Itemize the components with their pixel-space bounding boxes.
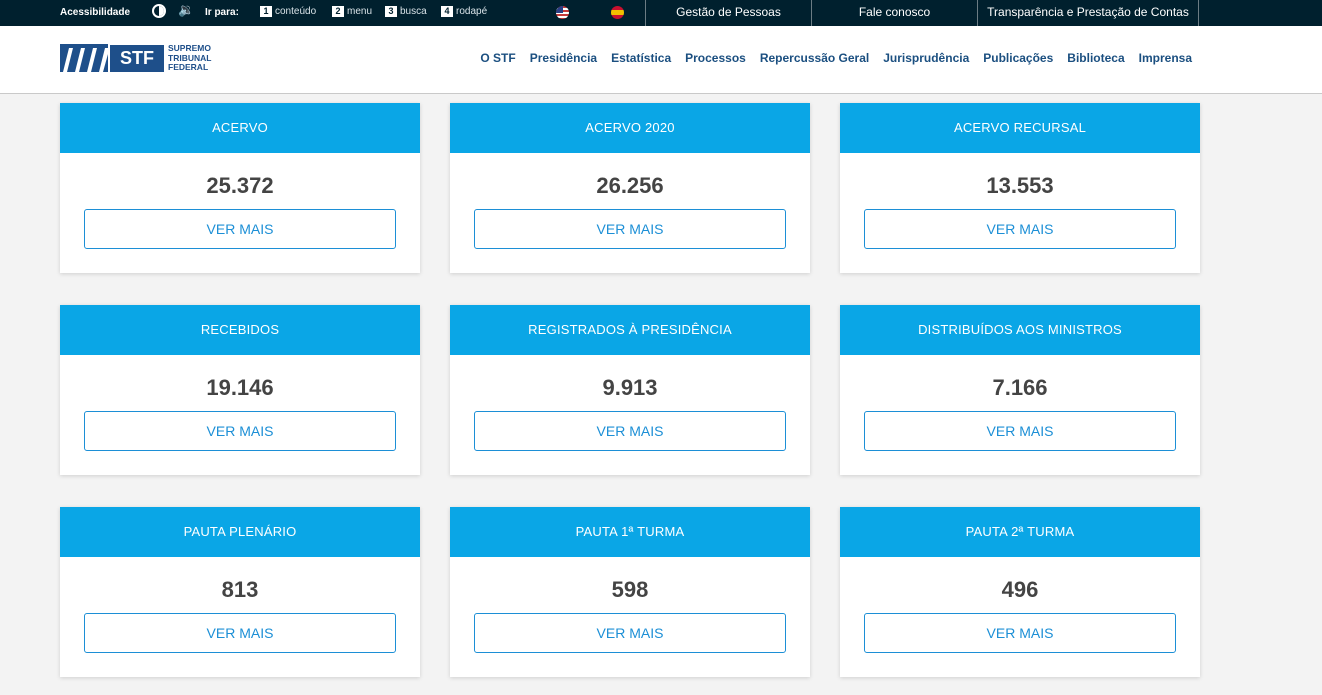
card-value: 813 <box>221 577 259 602</box>
card-title: ACERVO RECURSAL <box>840 103 1200 153</box>
ver-mais-button[interactable]: VER MAIS <box>474 209 786 249</box>
skip-link-search[interactable]: 3 busca <box>385 6 427 17</box>
logo-name: SUPREMO TRIBUNAL FEDERAL <box>168 43 212 72</box>
card-value: 9.913 <box>602 375 658 400</box>
nav-item-repercussao-geral[interactable]: Repercussão Geral <box>760 51 869 65</box>
card-title: PAUTA 1ª TURMA <box>450 507 810 557</box>
stat-card: ACERVO RECURSAL 13.553 VER MAIS <box>840 103 1200 273</box>
card-title: RECEBIDOS <box>60 305 420 355</box>
link-gestao-pessoas[interactable]: Gestão de Pessoas <box>645 0 811 26</box>
card-value: 19.146 <box>206 375 274 400</box>
accessibility-link[interactable]: Acessibilidade <box>60 7 130 18</box>
site-header: STF SUPREMO TRIBUNAL FEDERAL O STF Presi… <box>0 26 1322 94</box>
nav-item-processos[interactable]: Processos <box>685 51 746 65</box>
logo-stf-text: STF <box>110 45 164 72</box>
card-value: 496 <box>1001 577 1039 602</box>
ver-mais-button[interactable]: VER MAIS <box>864 209 1176 249</box>
card-title: ACERVO <box>60 103 420 153</box>
audio-icon[interactable]: 🔉 <box>178 3 194 17</box>
ver-mais-button[interactable]: VER MAIS <box>474 411 786 451</box>
stat-card: RECEBIDOS 19.146 VER MAIS <box>60 305 420 475</box>
logo-columns-icon <box>60 44 108 72</box>
ver-mais-button[interactable]: VER MAIS <box>84 411 396 451</box>
card-title: REGISTRADOS À PRESIDÊNCIA <box>450 305 810 355</box>
main-nav: O STF Presidência Estatística Processos … <box>480 51 1192 65</box>
card-value: 598 <box>611 577 649 602</box>
link-transparencia[interactable]: Transparência e Prestação de Contas <box>977 0 1199 26</box>
card-title: DISTRIBUÍDOS AOS MINISTROS <box>840 305 1200 355</box>
stat-card: PAUTA 2ª TURMA 496 VER MAIS <box>840 507 1200 677</box>
card-title: PAUTA 2ª TURMA <box>840 507 1200 557</box>
nav-item-jurisprudencia[interactable]: Jurisprudência <box>883 51 969 65</box>
flag-us-icon[interactable] <box>556 6 569 19</box>
skip-link-content[interactable]: 1 conteúdo <box>260 6 316 17</box>
stat-card: ACERVO 2020 26.256 VER MAIS <box>450 103 810 273</box>
ver-mais-button[interactable]: VER MAIS <box>474 613 786 653</box>
nav-item-publicacoes[interactable]: Publicações <box>983 51 1053 65</box>
card-title: PAUTA PLENÁRIO <box>60 507 420 557</box>
nav-item-imprensa[interactable]: Imprensa <box>1139 51 1192 65</box>
card-value: 26.256 <box>596 173 664 198</box>
contrast-icon[interactable] <box>152 4 166 18</box>
ver-mais-button[interactable]: VER MAIS <box>84 209 396 249</box>
flag-es-icon[interactable] <box>611 6 624 19</box>
ver-mais-button[interactable]: VER MAIS <box>864 613 1176 653</box>
top-bar: Acessibilidade 🔉 Ir para: 1 conteúdo 2 m… <box>0 0 1322 26</box>
link-fale-conosco[interactable]: Fale conosco <box>811 0 977 26</box>
card-value: 7.166 <box>992 375 1048 400</box>
stf-logo[interactable]: STF SUPREMO TRIBUNAL FEDERAL <box>60 43 220 74</box>
nav-item-o-stf[interactable]: O STF <box>480 51 515 65</box>
nav-item-biblioteca[interactable]: Biblioteca <box>1067 51 1124 65</box>
card-title: ACERVO 2020 <box>450 103 810 153</box>
stat-card: PAUTA PLENÁRIO 813 VER MAIS <box>60 507 420 677</box>
card-value: 25.372 <box>206 173 274 198</box>
skip-link-footer[interactable]: 4 rodapé <box>441 6 487 17</box>
nav-item-estatistica[interactable]: Estatística <box>611 51 671 65</box>
stat-card: DISTRIBUÍDOS AOS MINISTROS 7.166 VER MAI… <box>840 305 1200 475</box>
stat-card: REGISTRADOS À PRESIDÊNCIA 9.913 VER MAIS <box>450 305 810 475</box>
ver-mais-button[interactable]: VER MAIS <box>864 411 1176 451</box>
skip-link-menu[interactable]: 2 menu <box>332 6 372 17</box>
ver-mais-button[interactable]: VER MAIS <box>84 613 396 653</box>
goto-label: Ir para: <box>205 7 239 18</box>
nav-item-presidencia[interactable]: Presidência <box>530 51 597 65</box>
stat-card: ACERVO 25.372 VER MAIS <box>60 103 420 273</box>
card-value: 13.553 <box>986 173 1054 198</box>
stat-card: PAUTA 1ª TURMA 598 VER MAIS <box>450 507 810 677</box>
